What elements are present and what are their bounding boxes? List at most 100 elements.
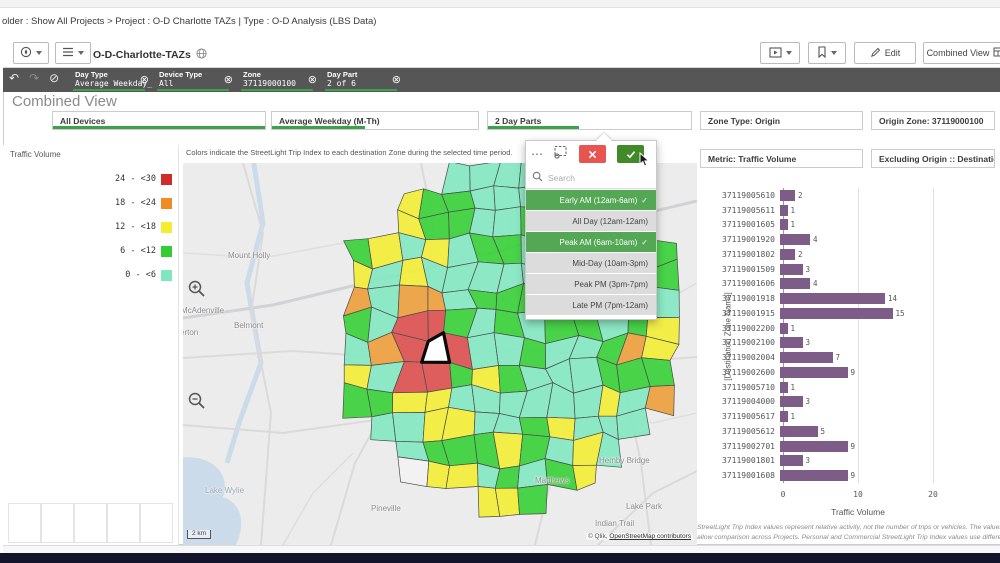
bar[interactable]: [780, 470, 848, 482]
check-icon: ✓: [641, 195, 648, 205]
chart-row[interactable]: 37119002100 3: [700, 336, 1000, 351]
bar[interactable]: [780, 293, 885, 305]
navigation-menu-button[interactable]: [13, 42, 49, 64]
remove-selection-icon[interactable]: ⊗: [224, 73, 233, 86]
chart-row[interactable]: 37119002200 1: [700, 321, 1000, 336]
chart-row[interactable]: 37119001606 4: [700, 277, 1000, 292]
chart-row[interactable]: 37119004000 3: [700, 395, 1000, 410]
bar[interactable]: [780, 366, 848, 378]
filter-box-metric[interactable]: Metric: Traffic Volume: [700, 149, 863, 168]
map-zoom-in-button[interactable]: [187, 279, 209, 301]
legend-item-label: 12 - <18: [115, 222, 156, 232]
bookmark-button[interactable]: [808, 42, 846, 64]
chart-row[interactable]: 37119001915 15: [700, 306, 1000, 321]
bar[interactable]: [780, 337, 803, 349]
bar[interactable]: [780, 234, 810, 246]
bar[interactable]: [780, 204, 788, 216]
mouse-cursor: [638, 151, 652, 173]
map-attribution: © Qlik, OpenStreetMap contributors: [585, 533, 693, 540]
remove-selection-icon[interactable]: ⊗: [308, 73, 317, 86]
filter-box-zone-type[interactable]: Zone Type: Origin: [700, 111, 863, 130]
bar[interactable]: [780, 352, 833, 364]
filter-box-origin-zone[interactable]: Origin Zone: 37119000100: [871, 111, 995, 130]
filter-box-day-parts[interactable]: 2 Day Parts: [487, 111, 692, 130]
filter-box-excluding[interactable]: Excluding Origin :: Destination: [871, 149, 995, 168]
bar[interactable]: [780, 440, 848, 452]
day-part-option[interactable]: Late PM (7pm-12am): [526, 295, 656, 315]
sheets-menu-button[interactable]: [55, 42, 91, 64]
clear-selections-icon[interactable]: ⊘: [49, 71, 59, 85]
map-place-label: erton: [183, 328, 199, 337]
chart-row[interactable]: 37119002004 7: [700, 350, 1000, 365]
bar[interactable]: [780, 411, 788, 423]
filter-box-day-type[interactable]: Average Weekday (M-Th): [271, 111, 479, 130]
placeholder-box: [74, 503, 107, 543]
bar[interactable]: [780, 425, 818, 437]
selection-chip[interactable]: Zone 37119000100 ⊗: [239, 68, 319, 92]
bar[interactable]: [780, 189, 795, 201]
bar-chart-rows: 37119005610 2 37119005611 1 37119001605 1 3711…: [700, 188, 1000, 483]
selection-chip[interactable]: Device Type All ⊗: [155, 68, 235, 92]
day-part-option[interactable]: Peak AM (6am-10am) ✓: [526, 232, 656, 252]
bar[interactable]: [780, 278, 810, 290]
day-part-option[interactable]: Mid-Day (10am-3pm): [526, 253, 656, 273]
chart-row[interactable]: 37119001918 14: [700, 291, 1000, 306]
day-part-option[interactable]: All Day (12am-12am): [526, 211, 656, 231]
bar[interactable]: [780, 381, 788, 393]
selections-forward-icon[interactable]: ↷: [29, 71, 39, 85]
bar[interactable]: [780, 219, 788, 231]
bar-value-label: 4: [813, 279, 818, 289]
cancel-selection-button[interactable]: [579, 145, 606, 163]
chart-row[interactable]: 37119001509 3: [700, 262, 1000, 277]
bar[interactable]: [780, 396, 803, 408]
horizontal-scrollbar[interactable]: [3, 545, 1000, 553]
bar[interactable]: [780, 322, 788, 334]
chart-row[interactable]: 37119005710 1: [700, 380, 1000, 395]
sheet-icon: [993, 47, 1000, 59]
bar-value-label: 1: [790, 412, 796, 422]
map-place-label: McAdenville: [183, 306, 225, 315]
more-menu-icon[interactable]: ⋯: [531, 147, 544, 161]
filter-box-devices[interactable]: All Devices: [52, 111, 266, 130]
bar[interactable]: [780, 455, 803, 467]
search-input[interactable]: [548, 172, 638, 183]
filter-box-day-parts-label: 2 Day Parts: [495, 116, 542, 126]
view-selector-button[interactable]: Combined View: [923, 42, 1000, 64]
zone-id-label: 37119001801: [722, 456, 775, 466]
bar[interactable]: [780, 248, 795, 260]
legend-item-label: 0 - <6: [125, 270, 156, 280]
chart-row[interactable]: 37119001801 3: [700, 454, 1000, 469]
bar[interactable]: [780, 263, 803, 275]
chip-value: Average Weekday_: [75, 79, 153, 88]
remove-selection-icon[interactable]: ⊗: [392, 73, 401, 86]
lasso-icon[interactable]: [553, 145, 568, 164]
chart-row[interactable]: 37119001605 1: [700, 218, 1000, 233]
bar[interactable]: [780, 307, 893, 319]
day-part-option[interactable]: Early AM (12am-6am) ✓: [526, 190, 656, 210]
chart-row[interactable]: 37119005610 2: [700, 188, 1000, 203]
remove-selection-icon[interactable]: ⊗: [140, 73, 149, 86]
map-zoom-out-button[interactable]: [187, 391, 209, 413]
chart-row[interactable]: 37119001802 2: [700, 247, 1000, 262]
chart-row[interactable]: 37119002701 9: [700, 439, 1000, 454]
day-part-options: Early AM (12am-6am) ✓ All Day (12am-12am) P…: [526, 189, 656, 315]
zone-id-label: 37119001509: [722, 264, 775, 274]
bar-value-label: 9: [850, 367, 856, 377]
chart-row[interactable]: 37119002600 9: [700, 365, 1000, 380]
legend-item-label: 6 - <12: [120, 246, 156, 256]
placeholder-box: [41, 503, 74, 543]
chart-row[interactable]: 37119001608 9: [700, 468, 1000, 483]
day-part-option[interactable]: Peak PM (3pm-7pm): [526, 274, 656, 294]
chevron-down-icon: [831, 51, 837, 55]
storytelling-button[interactable]: [760, 42, 800, 64]
chart-row[interactable]: 37119005612 5: [700, 424, 1000, 439]
edit-button[interactable]: Edit: [854, 42, 916, 64]
chart-row[interactable]: 37119001920 4: [700, 232, 1000, 247]
selection-chip[interactable]: Day Type Average Weekday_ ⊗: [71, 68, 153, 92]
chart-row[interactable]: 37119005617 1: [700, 409, 1000, 424]
selection-progress: [488, 126, 580, 129]
selection-chip[interactable]: Day Part 2 of 6 ⊗: [323, 68, 403, 92]
attribution-link[interactable]: OpenStreetMap contributors: [609, 533, 691, 540]
selections-back-icon[interactable]: ↶: [9, 71, 19, 85]
chart-row[interactable]: 37119005611 1: [700, 203, 1000, 218]
